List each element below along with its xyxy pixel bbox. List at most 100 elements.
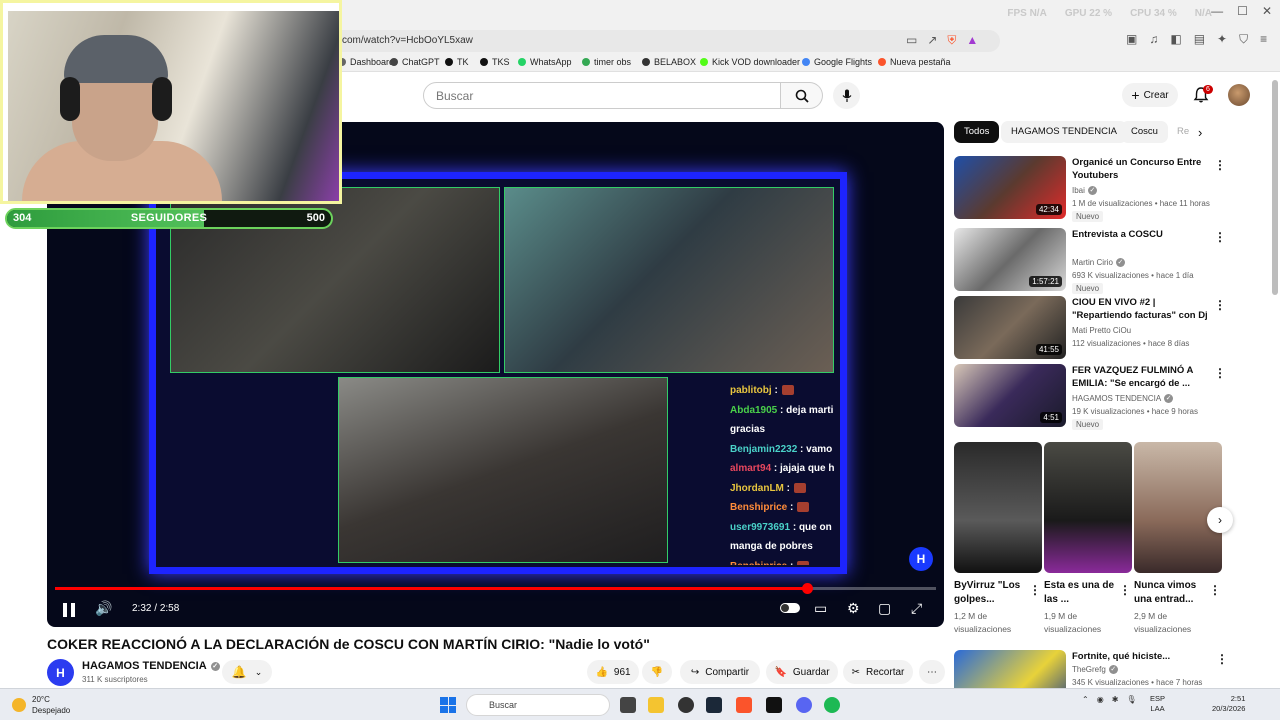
filter-chip[interactable]: Re: [1167, 121, 1189, 143]
channel-name[interactable]: HAGAMOS TENDENCIA ✓: [82, 660, 220, 672]
screenshot-icon[interactable]: ▣: [1126, 32, 1137, 47]
more-vert-icon[interactable]: ⋮: [1119, 583, 1131, 597]
bookmark-item[interactable]: Dashboard: [338, 57, 394, 67]
video-thumbnail[interactable]: 1:57:21: [954, 228, 1066, 291]
obs-icon[interactable]: [678, 697, 694, 713]
short-title[interactable]: Nunca vimos una entrad...: [1134, 579, 1206, 607]
weather-widget[interactable]: 20°C Despejado: [12, 694, 70, 716]
save-button[interactable]: 🔖 Guardar: [766, 660, 838, 684]
search-button[interactable]: [781, 82, 823, 109]
video-thumbnail[interactable]: 4:51: [954, 364, 1066, 427]
rewards-icon[interactable]: ▲: [966, 33, 978, 48]
short-thumbnail[interactable]: [954, 442, 1042, 573]
short-title[interactable]: ByVirruz "Los golpes...: [954, 579, 1026, 607]
brave-icon[interactable]: [736, 697, 752, 713]
video-title[interactable]: Organicé un Concurso Entre Youtubers: [1072, 156, 1212, 182]
filter-chip[interactable]: Todos: [954, 121, 1000, 143]
share-icon[interactable]: ↗: [927, 33, 937, 48]
voice-search-button[interactable]: [833, 82, 860, 109]
video-title[interactable]: Fortnite, qué hiciste...: [1072, 650, 1212, 663]
windows-start-icon[interactable]: [440, 697, 456, 713]
user-avatar[interactable]: [1228, 84, 1250, 106]
clock[interactable]: 2:51 20/3/2026: [1212, 694, 1245, 714]
channel-name-link[interactable]: HAGAMOS TENDENCIA: [82, 660, 207, 672]
fullscreen-icon[interactable]: ⤢: [911, 600, 922, 617]
video-title[interactable]: Entrevista a COSCU: [1072, 228, 1212, 241]
video-thumbnail[interactable]: 41:55: [954, 296, 1066, 359]
task-view-icon[interactable]: [620, 697, 636, 713]
short-thumbnail[interactable]: [1134, 442, 1222, 573]
more-vert-icon[interactable]: ⋮: [1216, 652, 1228, 666]
more-vert-icon[interactable]: ⋮: [1214, 366, 1226, 380]
bookmark-item[interactable]: Google Flights: [802, 57, 872, 67]
dislike-button[interactable]: 👎: [642, 660, 672, 684]
channel-watermark-icon[interactable]: H: [909, 547, 933, 571]
music-icon[interactable]: ♫: [1149, 32, 1158, 47]
progress-bar[interactable]: [55, 583, 936, 594]
more-vert-icon[interactable]: ⋮: [1214, 298, 1226, 312]
discord-icon[interactable]: [796, 697, 812, 713]
progress-scrubber[interactable]: [802, 583, 813, 594]
recommendation-item[interactable]: 4:51 FER VAZQUEZ FULMINÓ A EMILIA: "Se en…: [954, 364, 1239, 430]
more-vert-icon[interactable]: ⋮: [1209, 583, 1221, 597]
volume-icon[interactable]: 🔊: [95, 600, 112, 617]
ai-icon[interactable]: ✦: [1217, 32, 1227, 47]
network-icon[interactable]: ◉: [1097, 695, 1104, 704]
spotify-icon[interactable]: [824, 697, 840, 713]
minimize-icon[interactable]: —: [1211, 4, 1223, 18]
recommendation-item[interactable]: 1:57:21 Entrevista a COSCU Martin Cirio ✓ 69…: [954, 228, 1239, 294]
maximize-icon[interactable]: ☐: [1237, 4, 1248, 18]
epic-games-icon[interactable]: [766, 697, 782, 713]
chevron-up-icon[interactable]: ⌃: [1082, 695, 1089, 704]
close-icon[interactable]: ✕: [1262, 4, 1272, 18]
recommendation-item[interactable]: 41:55 CIOU EN VIVO #2 | "Repartiendo fact…: [954, 296, 1239, 360]
menu-icon[interactable]: ≡: [1260, 32, 1267, 47]
steam-icon[interactable]: [706, 697, 722, 713]
short-title[interactable]: Esta es una de las ...: [1044, 579, 1116, 607]
filter-chip[interactable]: HAGAMOS TENDENCIA: [1001, 121, 1127, 143]
bluetooth-icon[interactable]: ✱: [1112, 695, 1119, 704]
create-button[interactable]: + Crear: [1122, 83, 1178, 107]
autoplay-toggle[interactable]: [780, 603, 800, 613]
brave-shield-icon[interactable]: ⛨: [947, 33, 956, 48]
more-vert-icon[interactable]: ⋮: [1029, 583, 1041, 597]
more-vert-icon[interactable]: ⋮: [1214, 230, 1226, 244]
microphone-icon[interactable]: 🎙: [1126, 695, 1136, 704]
more-vert-icon[interactable]: ⋮: [1214, 158, 1226, 172]
search-input[interactable]: Buscar: [423, 82, 781, 109]
bookmark-item[interactable]: timer obs: [582, 57, 631, 67]
subtitles-icon[interactable]: ▭: [814, 600, 827, 617]
theater-mode-icon[interactable]: ▢: [878, 600, 891, 617]
shorts-next-button[interactable]: ›: [1207, 507, 1233, 533]
subscription-bell-button[interactable]: 🔔 ⌄: [222, 660, 272, 684]
bookmark-item[interactable]: Nueva pestaña: [878, 57, 951, 67]
like-button[interactable]: 👍 961: [587, 660, 639, 684]
more-actions-button[interactable]: ⋯: [919, 660, 945, 684]
filter-chip[interactable]: Coscu: [1121, 121, 1168, 143]
bookmark-item[interactable]: TKS: [480, 57, 510, 67]
video-title[interactable]: FER VAZQUEZ FULMINÓ A EMILIA: "Se encarg…: [1072, 364, 1212, 390]
recommendation-item[interactable]: 42:34 Organicé un Concurso Entre Youtuber…: [954, 156, 1239, 222]
taskbar-search[interactable]: Buscar: [466, 694, 610, 716]
wallet-icon[interactable]: ▤: [1194, 32, 1205, 47]
channel-avatar[interactable]: H: [47, 659, 74, 686]
bookmark-item[interactable]: BELABOX: [642, 57, 696, 67]
page-scrollbar[interactable]: [1272, 80, 1278, 295]
share-button[interactable]: ↪ Compartir: [680, 660, 760, 684]
video-title[interactable]: CIOU EN VIVO #2 | "Repartiendo facturas"…: [1072, 296, 1212, 323]
video-thumbnail[interactable]: 42:34: [954, 156, 1066, 219]
short-thumbnail[interactable]: [1044, 442, 1132, 573]
cast-icon[interactable]: ▭: [906, 33, 917, 48]
clip-button[interactable]: ✂ Recortar: [843, 660, 913, 684]
language-indicator[interactable]: ESP LAA: [1150, 694, 1165, 714]
file-explorer-icon[interactable]: [648, 697, 664, 713]
bookmark-item[interactable]: WhatsApp: [518, 57, 572, 67]
vpn-icon[interactable]: ⛉: [1239, 32, 1248, 47]
bookmark-item[interactable]: Kick VOD downloader: [700, 57, 800, 67]
sidebar-icon[interactable]: ◧: [1170, 32, 1181, 47]
video-thumbnail[interactable]: [954, 650, 1066, 688]
recommendation-item[interactable]: Fortnite, qué hiciste... TheGrefg ✓ 345 …: [954, 650, 1239, 688]
pause-button[interactable]: [61, 601, 77, 619]
bookmark-item[interactable]: ChatGPT: [390, 57, 440, 67]
url-field[interactable]: com/watch?v=HcbOoYL5xaw: [330, 30, 1000, 52]
